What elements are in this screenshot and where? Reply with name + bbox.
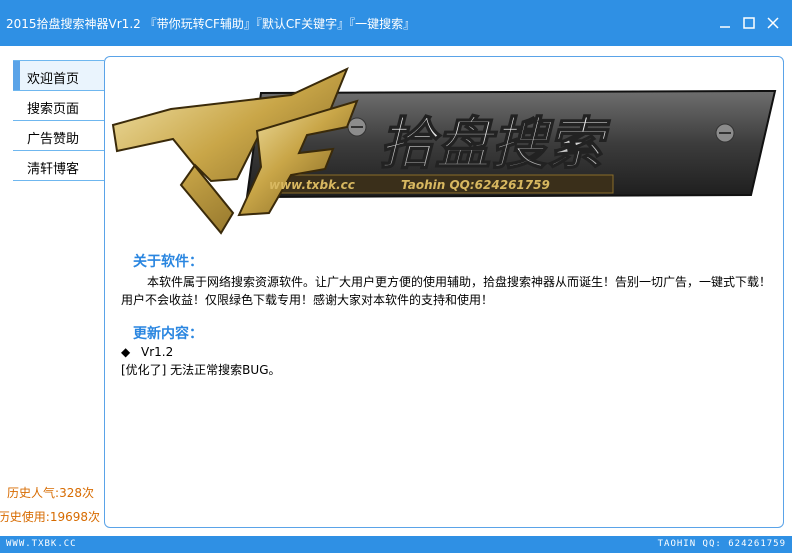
status-bar: WWW.TXBK.CC TAOHIN QQ: 624261759 — [0, 536, 792, 553]
changelog-text: [优化了] 无法正常搜索BUG。 — [121, 363, 281, 377]
about-heading: 关于软件： — [133, 254, 203, 270]
banner-url: www.txbk.cc — [269, 178, 355, 192]
version-label: Vr1.2 — [141, 345, 174, 359]
sidebar-item-label: 广告赞助 — [27, 132, 80, 147]
bullet-icon: ◆ — [121, 345, 131, 359]
sidebar-item-label: 搜索页面 — [27, 102, 80, 117]
title-bar: 2015拾盘搜索神器Vr1.2 『带你玩转CF辅助』『默认CF关键字』『一键搜索… — [0, 0, 792, 46]
sidebar-item-sponsor[interactable]: 广告赞助 — [13, 121, 104, 151]
version-item: ◆ Vr1.2 — [121, 345, 173, 359]
sidebar-item-blog[interactable]: 淸轩博客 — [13, 151, 104, 181]
close-button[interactable] — [764, 14, 782, 32]
maximize-icon — [743, 17, 755, 29]
status-right: TAOHIN QQ: 624261759 — [657, 539, 786, 549]
window-title: 2015拾盘搜索神器Vr1.2 『带你玩转CF辅助』『默认CF关键字』『一键搜索… — [6, 17, 416, 31]
banner-logo: CF 拾盘搜索 www.txbk.cc Taohin QQ:624261759 — [111, 67, 777, 235]
sidebar-nav: 欢迎首页 搜索页面 广告赞助 淸轩博客 — [13, 60, 104, 181]
update-heading: 更新内容： — [133, 326, 203, 342]
about-paragraph: 本软件属于网络搜索资源软件。让广大用户更方便的使用辅助，拾盘搜索神器从而诞生！告… — [121, 275, 772, 307]
main-panel: CF 拾盘搜索 www.txbk.cc Taohin QQ:624261759 … — [104, 56, 784, 528]
sidebar-item-label: 淸轩博客 — [27, 162, 80, 177]
about-text: 本软件属于网络搜索资源软件。让广大用户更方便的使用辅助，拾盘搜索神器从而诞生！告… — [121, 273, 771, 309]
sidebar-item-label: 欢迎首页 — [27, 72, 80, 87]
maximize-button[interactable] — [740, 14, 758, 32]
status-left: WWW.TXBK.CC — [6, 539, 77, 549]
popularity-stat: 历史人气:328次 — [7, 486, 94, 500]
sidebar-item-search[interactable]: 搜索页面 — [13, 91, 104, 121]
banner-title: 拾盘搜索 — [379, 112, 611, 177]
minimize-button[interactable] — [716, 14, 734, 32]
sidebar-item-home[interactable]: 欢迎首页 — [13, 60, 104, 91]
close-icon — [767, 17, 779, 29]
usage-stat: 历史使用:19698次 — [0, 510, 100, 524]
minimize-icon — [720, 26, 730, 28]
sidebar: 欢迎首页 搜索页面 广告赞助 淸轩博客 历史人气:328次 历史使用:19698… — [0, 46, 104, 536]
banner-author: Taohin QQ:624261759 — [401, 178, 550, 192]
